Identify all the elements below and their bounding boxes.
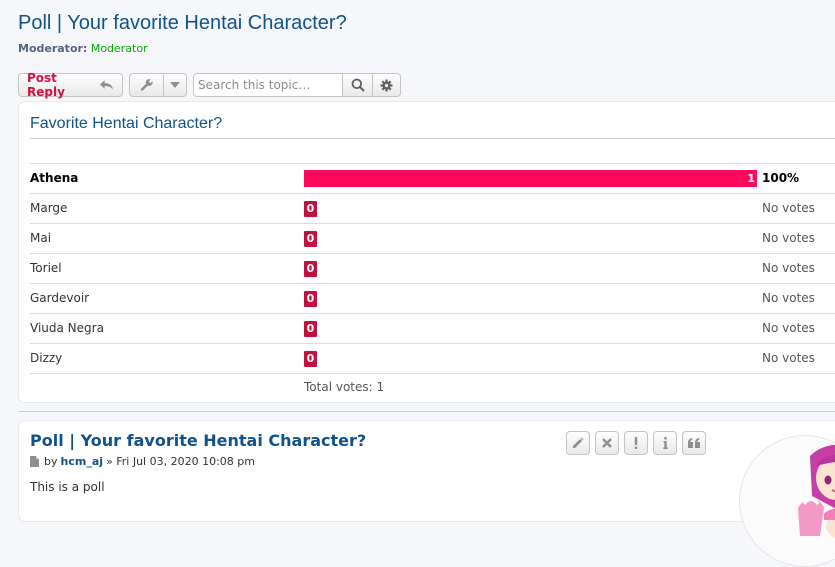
action-bar: Post Reply	[18, 71, 401, 99]
poll-option-result: No votes	[762, 351, 815, 365]
total-votes: Total votes: 1	[304, 380, 385, 394]
poll-vote-bar: 0	[304, 261, 317, 277]
moderator-label: Moderator:	[18, 42, 88, 55]
poll-option-result: No votes	[762, 291, 815, 305]
moderator-line: Moderator: Moderator	[18, 42, 148, 55]
search-topic-input[interactable]	[193, 73, 343, 97]
topic-tools-part[interactable]	[130, 74, 165, 96]
post-body: This is a poll	[30, 480, 105, 494]
poll-option-row: Toriel 0 No votes	[30, 254, 835, 284]
close-icon	[602, 438, 612, 448]
topic-tools-button[interactable]	[129, 73, 187, 97]
poll-option-name: Toriel	[30, 261, 62, 275]
poll-option-result: No votes	[762, 321, 815, 335]
poll-vote-bar: 0	[304, 201, 317, 217]
poll-vote-bar: 0	[304, 231, 317, 247]
post-date: » Fri Jul 03, 2020 10:08 pm	[106, 455, 255, 468]
post-reply-label: Post Reply	[27, 71, 65, 99]
post-meta: by hcm_aj » Fri Jul 03, 2020 10:08 pm	[30, 455, 255, 468]
poll-option-result: No votes	[762, 201, 815, 215]
post-title[interactable]: Poll | Your favorite Hentai Character?	[30, 431, 366, 450]
poll-title-divider	[30, 138, 835, 139]
caret-down-icon	[170, 82, 181, 88]
post-by: by	[44, 455, 58, 468]
poll-option-result: No votes	[762, 261, 815, 275]
post-icon[interactable]	[30, 456, 39, 467]
poll-vote-bar: 0	[304, 351, 317, 367]
post-buttons	[566, 431, 711, 455]
poll-option-row: Athena 1 100%	[30, 164, 835, 194]
poll-option-result: No votes	[762, 231, 815, 245]
poll-panel: Favorite Hentai Character? Athena 1 100% Ma…	[18, 101, 835, 403]
warning-icon	[634, 437, 638, 449]
quote-icon	[687, 438, 700, 448]
poll-option-row: Mai 0 No votes	[30, 224, 835, 254]
info-icon	[662, 437, 668, 449]
poll-option-row: Gardevoir 0 No votes	[30, 284, 835, 314]
post-author[interactable]: hcm_aj	[61, 455, 104, 468]
poll-vote-bar: 0	[304, 321, 317, 337]
poll-option-name: Dizzy	[30, 351, 63, 365]
poll-option-name: Marge	[30, 201, 68, 215]
topic-title[interactable]: Poll | Your favorite Hentai Character?	[18, 12, 347, 35]
poll-options: Athena 1 100% Marge 0 No votes Mai 0 No votes Tor…	[30, 163, 835, 374]
poll-vote-bar: 1	[304, 170, 757, 187]
poll-option-name: Mai	[30, 231, 52, 245]
gear-icon	[380, 79, 393, 91]
moderator-link[interactable]: Moderator	[91, 42, 148, 55]
wrench-icon	[140, 79, 153, 91]
delete-button[interactable]	[595, 431, 619, 455]
poll-option-row: Marge 0 No votes	[30, 194, 835, 224]
search-icon	[351, 78, 365, 92]
info-button[interactable]	[653, 431, 677, 455]
avatar-image	[798, 444, 835, 539]
topic-tools-dropdown[interactable]	[164, 74, 186, 96]
poll-vote-bar: 0	[304, 291, 317, 307]
poll-question: Favorite Hentai Character?	[30, 115, 223, 132]
poll-option-name: Viuda Negra	[30, 321, 104, 335]
avatar	[739, 435, 835, 567]
poll-option-row: Viuda Negra 0 No votes	[30, 314, 835, 344]
reply-icon	[99, 80, 114, 90]
post-reply-button[interactable]: Post Reply	[18, 71, 123, 99]
search-button[interactable]	[343, 73, 373, 97]
poll-option-row: Dizzy 0 No votes	[30, 344, 835, 374]
advanced-search-button[interactable]	[373, 73, 401, 97]
poll-option-name: Gardevoir	[30, 291, 90, 305]
poll-option-result: 100%	[762, 171, 800, 185]
report-button[interactable]	[624, 431, 648, 455]
pencil-icon	[573, 437, 584, 448]
divider	[18, 411, 835, 412]
post-panel: Poll | Your favorite Hentai Character? b…	[18, 420, 835, 567]
edit-button[interactable]	[566, 431, 590, 455]
poll-option-name: Athena	[30, 171, 79, 185]
quote-button[interactable]	[682, 431, 706, 455]
